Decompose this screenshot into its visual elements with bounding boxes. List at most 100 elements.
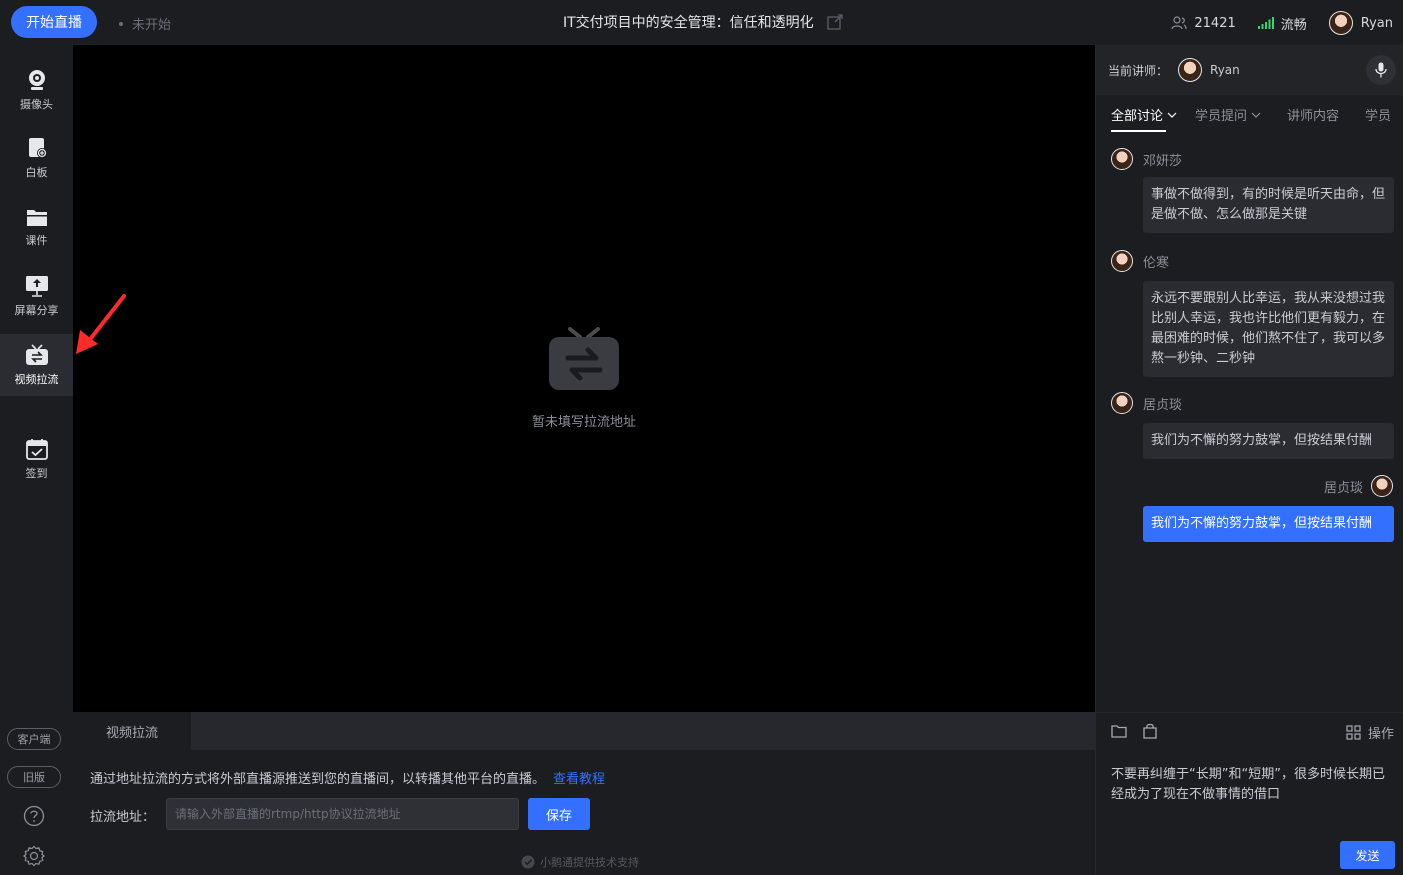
operate-button[interactable]: 操作 xyxy=(1346,723,1394,742)
sidebar-item-checkin[interactable]: 签到 xyxy=(0,428,73,490)
tab-lecturer-content[interactable]: 讲师内容 xyxy=(1287,105,1339,124)
sidebar-item-whiteboard[interactable]: 白板 xyxy=(0,127,73,189)
bottom-tabbar: 视频拉流 xyxy=(73,712,1095,750)
settings-gear-icon[interactable] xyxy=(23,845,45,867)
microphone-button[interactable] xyxy=(1366,55,1396,85)
whiteboard-icon xyxy=(28,137,47,158)
tab-label: 学员提问 xyxy=(1195,109,1248,124)
author-name: 居贞琰 xyxy=(1143,397,1183,413)
compose-area: 操作 不要再纠缠于“长期”和“短期”，很多时候长期已经成为了现在不做事情的借口 … xyxy=(1096,712,1403,875)
bag-icon[interactable] xyxy=(1142,723,1158,739)
right-panel: 当前讲师： Ryan 全部讨论 学员提问 讲师内容 学员 邓妍莎 事做不做得到，… xyxy=(1095,45,1403,875)
viewer-count-value: 21421 xyxy=(1194,15,1236,31)
author-avatar xyxy=(1371,475,1393,497)
chat-message: 永远不要跟别人比幸运，我从来没想过我比别人幸运，我也许比他们更有毅力，在最困难的… xyxy=(1143,281,1394,377)
description-text: 通过地址拉流的方式将外部直播源推送到您的直播间，以转播其他平台的直播。 xyxy=(90,772,546,787)
tutorial-link[interactable]: 查看教程 xyxy=(553,772,605,787)
operate-label: 操作 xyxy=(1367,727,1394,742)
lecturer-name: Ryan xyxy=(1210,63,1240,77)
self-message-author: 居贞琰 xyxy=(1324,475,1393,497)
author-name: 居贞琰 xyxy=(1323,480,1363,496)
screen-share-icon xyxy=(25,275,48,297)
message-input[interactable]: 不要再纠缠于“长期”和“短期”，很多时候长期已经成为了现在不做事情的借口 xyxy=(1111,765,1394,805)
video-pull-placeholder-icon xyxy=(548,327,619,390)
author-avatar xyxy=(1111,148,1133,170)
grid-icon xyxy=(1346,725,1361,740)
live-title-area: IT交付项目中的安全管理：信任和透明化 xyxy=(563,12,844,32)
status-dot xyxy=(119,21,123,26)
pull-url-input[interactable] xyxy=(166,798,519,830)
chat-message: 事做不做得到，有的时候是听天由命，但是做不做、怎么做那是关键 xyxy=(1143,177,1394,233)
author-avatar xyxy=(1111,392,1133,414)
start-live-button[interactable]: 开始直播 xyxy=(11,6,97,38)
client-button[interactable]: 客户端 xyxy=(7,728,61,750)
sidebar-item-label: 摄像头 xyxy=(20,97,53,111)
network-status-text: 流畅 xyxy=(1280,17,1307,33)
viewer-count: 21421 xyxy=(1171,15,1236,31)
author-name: 邓妍莎 xyxy=(1143,153,1183,169)
signal-icon xyxy=(1257,17,1274,29)
message-author: 伦寒 xyxy=(1111,250,1169,272)
old-version-button[interactable]: 旧版 xyxy=(7,766,61,788)
checkin-icon xyxy=(25,438,48,460)
sidebar-item-label: 屏幕分享 xyxy=(14,303,59,317)
sidebar-item-camera[interactable]: 摄像头 xyxy=(0,59,73,121)
active-tab-indicator xyxy=(1111,130,1166,132)
lecturer-avatar xyxy=(1178,58,1203,82)
sidebar-item-video-pull[interactable]: 视频拉流 xyxy=(0,334,73,396)
chat-message: 我们为不懈的努力鼓掌，但按结果付酬 xyxy=(1143,423,1394,459)
sidebar-item-courseware[interactable]: 课件 xyxy=(0,196,73,258)
user-avatar xyxy=(1328,11,1353,35)
help-icon[interactable] xyxy=(23,805,45,827)
video-pull-description: 通过地址拉流的方式将外部直播源推送到您的直播间，以转播其他平台的直播。 查看教程 xyxy=(90,768,605,787)
share-edit-icon[interactable] xyxy=(826,13,844,31)
tab-video-pull[interactable]: 视频拉流 xyxy=(73,712,191,750)
status-text: 未开始 xyxy=(132,18,172,33)
empty-placeholder: 暂未填写拉流地址 xyxy=(532,327,636,430)
message-author: 居贞琰 xyxy=(1111,392,1182,414)
tab-all-discussion[interactable]: 全部讨论 xyxy=(1111,105,1177,124)
live-title: IT交付项目中的安全管理：信任和透明化 xyxy=(563,15,814,31)
author-name: 伦寒 xyxy=(1143,255,1170,271)
powered-by: 小鹅通提供技术支持 xyxy=(521,854,639,870)
sidebar-item-label: 签到 xyxy=(25,466,48,480)
camera-icon xyxy=(28,69,45,90)
send-button[interactable]: 发送 xyxy=(1340,841,1395,869)
provider-logo-icon xyxy=(521,855,535,869)
lecturer-label: 当前讲师： xyxy=(1108,63,1169,78)
save-button[interactable]: 保存 xyxy=(528,798,590,830)
viewers-icon xyxy=(1171,16,1187,30)
tab-students[interactable]: 学员 xyxy=(1365,105,1391,124)
left-sidebar: 摄像头 白板 课件 屏幕分享 视频拉流 签到 客户端 旧版 xyxy=(0,45,73,875)
user-profile[interactable]: Ryan xyxy=(1328,11,1393,35)
microphone-icon xyxy=(1375,62,1387,78)
sidebar-item-label: 视频拉流 xyxy=(14,372,59,386)
user-name: Ryan xyxy=(1360,15,1393,31)
top-bar: 开始直播 未开始 IT交付项目中的安全管理：信任和透明化 21421 流畅 Ry… xyxy=(0,0,1403,45)
placeholder-text: 暂未填写拉流地址 xyxy=(531,415,637,430)
chevron-down-icon xyxy=(1167,112,1177,118)
compose-toolbar: 操作 xyxy=(1096,713,1403,751)
tab-student-questions[interactable]: 学员提问 xyxy=(1195,105,1261,124)
self-chat-message: 我们为不懈的努力鼓掌，但按结果付酬 xyxy=(1143,506,1394,542)
top-right-info: 21421 流畅 Ryan xyxy=(1149,10,1393,36)
sidebar-item-label: 白板 xyxy=(25,165,48,179)
powered-by-text: 小鹅通提供技术支持 xyxy=(540,856,639,869)
annotation-arrow-icon xyxy=(76,294,126,354)
tab-label: 全部讨论 xyxy=(1111,109,1164,124)
video-stage: 暂未填写拉流地址 xyxy=(73,45,1095,712)
video-pull-icon xyxy=(25,343,48,365)
chat-tabs: 全部讨论 学员提问 讲师内容 学员 xyxy=(1096,95,1403,135)
message-author: 邓妍莎 xyxy=(1111,148,1182,170)
network-status: 流畅 xyxy=(1257,14,1307,33)
bottom-panel: 视频拉流 通过地址拉流的方式将外部直播源推送到您的直播间，以转播其他平台的直播。… xyxy=(73,712,1095,875)
url-label: 拉流地址： xyxy=(90,810,156,825)
live-status: 未开始 xyxy=(119,14,171,33)
sidebar-item-label: 课件 xyxy=(25,233,48,247)
folder-icon[interactable] xyxy=(1111,723,1127,739)
courseware-icon xyxy=(26,209,47,226)
sidebar-item-screen-share[interactable]: 屏幕分享 xyxy=(0,265,73,327)
chevron-down-icon xyxy=(1251,112,1261,118)
current-lecturer-bar: 当前讲师： Ryan xyxy=(1096,45,1403,95)
author-avatar xyxy=(1111,250,1133,272)
